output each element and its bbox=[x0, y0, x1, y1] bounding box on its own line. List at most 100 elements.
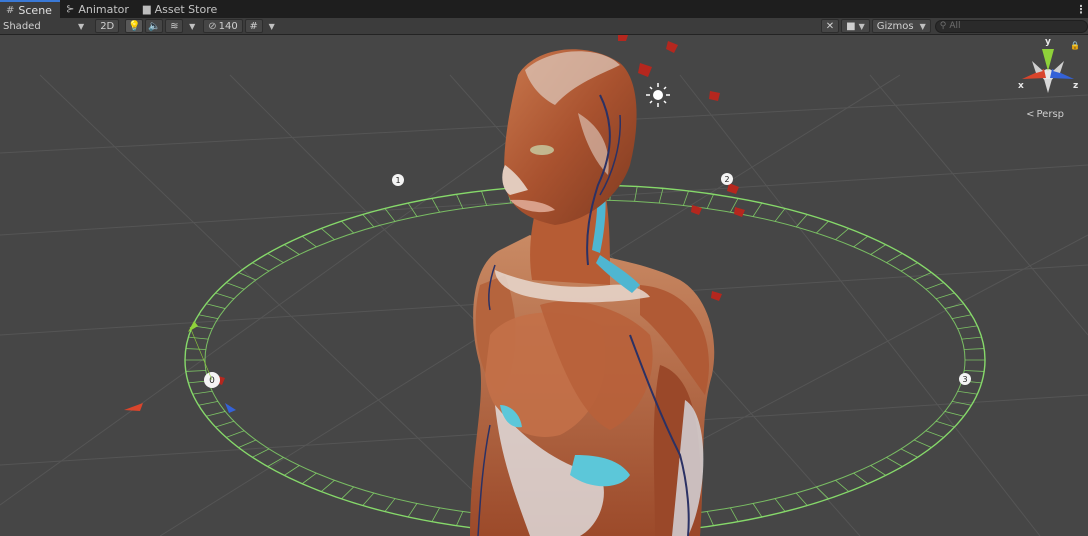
ring-tick bbox=[964, 370, 985, 372]
draw-mode-dropdown[interactable]: Shaded ▼ bbox=[0, 19, 88, 33]
ring-tick bbox=[853, 472, 869, 485]
ring-tick bbox=[456, 511, 464, 526]
ring-tick bbox=[206, 411, 226, 417]
chevron-down-icon: ▼ bbox=[858, 21, 865, 31]
ring-tick bbox=[961, 336, 982, 340]
ring-tick bbox=[226, 282, 245, 290]
2d-label: 2D bbox=[100, 20, 115, 32]
ring-tick bbox=[944, 303, 964, 309]
ring-tick bbox=[284, 465, 300, 476]
speaker-icon: 🔈 bbox=[148, 20, 161, 32]
ring-tick bbox=[957, 325, 978, 330]
ring-tick bbox=[886, 457, 903, 467]
ring-tick bbox=[752, 503, 763, 518]
axis-y-label: y bbox=[1045, 37, 1051, 47]
ring-tick bbox=[935, 292, 955, 300]
svg-text:2: 2 bbox=[724, 175, 729, 184]
ring-tick bbox=[188, 336, 209, 340]
ring-tick bbox=[935, 420, 955, 428]
tab-scene-label: Scene bbox=[18, 3, 52, 17]
tab-asset-store-label: Asset Store bbox=[154, 2, 218, 16]
waypoint-3[interactable]: 3 bbox=[959, 373, 971, 385]
ring-tick bbox=[835, 228, 849, 241]
ring-tick bbox=[900, 448, 918, 458]
ring-tick bbox=[774, 208, 786, 222]
sun-icon bbox=[646, 83, 670, 107]
ring-tick bbox=[795, 492, 808, 506]
ring-tick bbox=[682, 190, 689, 206]
ring-tick bbox=[407, 503, 418, 518]
ring-tick bbox=[431, 198, 440, 213]
ring-tick bbox=[321, 479, 335, 492]
ring-tick bbox=[900, 262, 918, 272]
chevron-down-icon: ▼ bbox=[268, 21, 275, 31]
gizmos-dropdown[interactable]: Gizmos ▼ bbox=[871, 19, 931, 33]
tab-animator-label: Animator bbox=[78, 2, 129, 16]
ring-tick bbox=[198, 314, 219, 319]
tab-asset-store[interactable]: ▆ Asset Store bbox=[137, 0, 225, 18]
ring-tick bbox=[913, 439, 932, 448]
ring-tick bbox=[267, 457, 284, 467]
tab-scene[interactable]: # Scene bbox=[0, 0, 60, 18]
ring-tick bbox=[957, 390, 978, 395]
ring-tick bbox=[925, 282, 944, 290]
effects-icon: ≋ bbox=[170, 20, 179, 32]
camera-icon: ■ bbox=[846, 20, 856, 32]
scene-visibility-button[interactable]: ⊘ 140 bbox=[203, 19, 243, 33]
ring-tick bbox=[730, 507, 739, 522]
axis-z-label: z bbox=[1073, 81, 1079, 91]
ring-tick bbox=[267, 253, 284, 263]
ring-tick bbox=[321, 228, 335, 241]
lock-icon[interactable]: 🔒 bbox=[1070, 41, 1080, 50]
scene-render: 1 2 3 0 bbox=[0, 35, 1088, 536]
ring-tick bbox=[774, 498, 786, 512]
grid-dropdown[interactable]: ▼ bbox=[264, 19, 279, 33]
svg-text:0: 0 bbox=[209, 376, 215, 386]
transform-handles[interactable] bbox=[124, 321, 236, 413]
waypoint-2[interactable]: 2 bbox=[721, 173, 733, 185]
audio-toggle-button[interactable]: 🔈 bbox=[145, 19, 164, 33]
grid-toggle-button[interactable]: # bbox=[244, 19, 263, 33]
ring-tick bbox=[481, 190, 488, 206]
ring-tick bbox=[853, 235, 869, 248]
camera-dropdown[interactable]: ■ ▼ bbox=[841, 19, 870, 33]
ring-tick bbox=[706, 194, 714, 209]
ring-tick bbox=[951, 314, 972, 319]
ring-tick bbox=[215, 420, 235, 428]
ring-tick bbox=[658, 188, 664, 204]
ring-tick bbox=[252, 262, 270, 272]
scene-viewport[interactable]: 1 2 3 0 y x z 🔒 < Persp bbox=[0, 35, 1088, 536]
2d-toggle-button[interactable]: 2D bbox=[95, 19, 120, 33]
ring-tick bbox=[284, 244, 300, 255]
ring-tick bbox=[816, 486, 829, 500]
animator-icon: ⊱ bbox=[65, 3, 75, 15]
more-options-icon[interactable]: ⋮ bbox=[1074, 0, 1088, 18]
lighting-toggle-button[interactable]: 💡 bbox=[125, 19, 144, 33]
search-input[interactable]: ⚲ All bbox=[934, 19, 1088, 33]
hidden-count: 140 bbox=[218, 20, 238, 32]
ring-tick bbox=[752, 202, 763, 217]
search-icon: ⚲ bbox=[939, 21, 947, 31]
tab-animator[interactable]: ⊱ Animator bbox=[60, 0, 137, 18]
ring-tick bbox=[706, 511, 714, 526]
ring-tick bbox=[185, 370, 206, 372]
ring-tick bbox=[407, 202, 418, 217]
ring-tick bbox=[252, 448, 270, 458]
tools-button[interactable]: ✕ bbox=[820, 19, 840, 33]
ring-tick bbox=[925, 430, 944, 438]
effects-dropdown[interactable]: ▼ bbox=[185, 19, 200, 33]
tab-bar: # Scene ⊱ Animator ▆ Asset Store ⋮ bbox=[0, 0, 1088, 19]
effects-toggle-button[interactable]: ≋ bbox=[165, 19, 184, 33]
ring-tick bbox=[362, 214, 375, 228]
ring-tick bbox=[226, 430, 245, 438]
axis-x-label: x bbox=[1018, 81, 1024, 91]
ring-tick bbox=[192, 390, 213, 395]
ring-tick bbox=[944, 411, 964, 417]
ring-tick bbox=[431, 507, 440, 522]
ring-tick bbox=[886, 253, 903, 263]
ring-tick bbox=[362, 492, 375, 506]
bag-icon: ▆ bbox=[142, 3, 151, 15]
projection-toggle[interactable]: < Persp bbox=[1026, 109, 1064, 120]
waypoint-1[interactable]: 1 bbox=[392, 174, 404, 186]
orientation-gizmo[interactable] bbox=[1022, 49, 1074, 93]
